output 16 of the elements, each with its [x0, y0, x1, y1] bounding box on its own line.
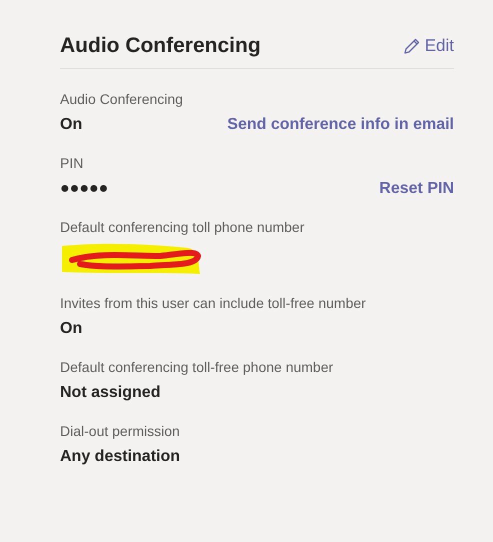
field-label: Default conferencing toll phone number [60, 219, 306, 235]
action-link[interactable]: Reset PIN [379, 180, 454, 198]
field-label: Default conferencing toll-free phone number [60, 359, 334, 375]
field-label: Dial-out permission [60, 423, 181, 439]
edit-link[interactable]: Edit [402, 36, 454, 56]
pencil-icon [402, 37, 421, 55]
section-title: Audio Conferencing [60, 34, 261, 58]
field-value: On [60, 320, 82, 338]
field-label: Invites from this user can include toll-free number [60, 295, 367, 311]
field-label: Audio Conferencing [60, 91, 184, 107]
field-value: ●●●●● [60, 180, 108, 198]
field-label: PIN [60, 155, 84, 171]
field-value: On [60, 116, 82, 134]
action-link[interactable]: Send conference info in email [227, 116, 454, 134]
field-value: Any destination [60, 448, 180, 466]
field-value: Not assigned [60, 384, 160, 402]
